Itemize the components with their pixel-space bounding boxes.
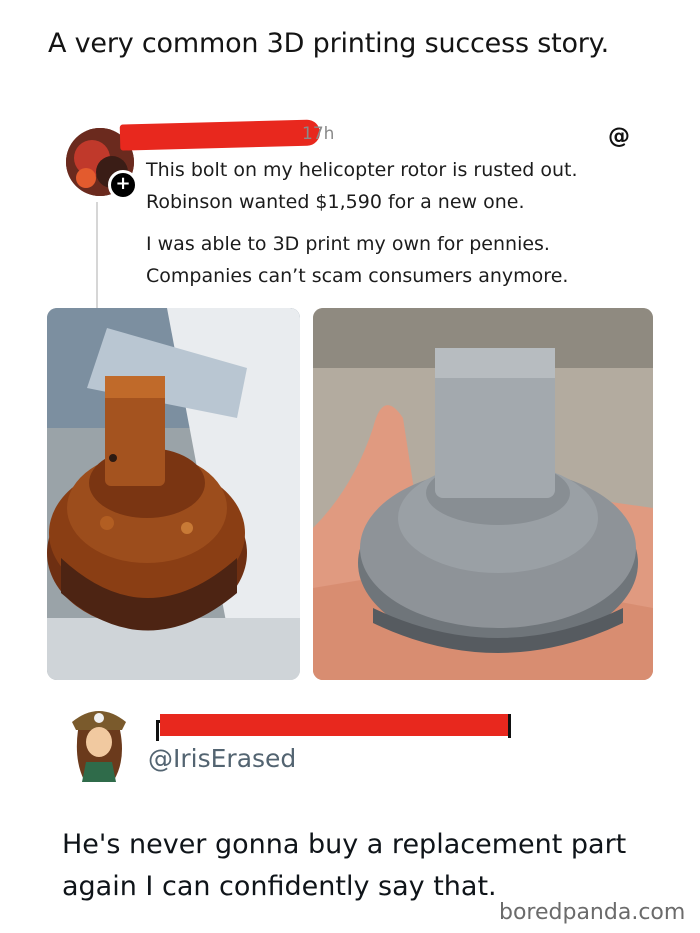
post-line: Companies can’t scam consumers anymore. <box>146 265 569 287</box>
meme-title: A very common 3D printing success story. <box>48 28 609 59</box>
redacted-display-name <box>160 714 510 736</box>
post-line: I was able to 3D print my own for pennie… <box>146 233 550 255</box>
follow-plus-icon[interactable]: + <box>108 170 138 200</box>
reply-handle[interactable]: @IrisErased <box>148 744 296 773</box>
3d-printed-bolt-photo[interactable] <box>313 308 653 680</box>
rusted-bolt-photo[interactable] <box>47 308 300 680</box>
reply-avatar[interactable] <box>64 700 134 782</box>
post-timestamp: 17h <box>302 124 335 144</box>
display-name-glyph <box>508 714 511 738</box>
post-line: This bolt on my helicopter rotor is rust… <box>146 159 578 181</box>
redacted-username <box>119 119 321 151</box>
post-line: Robinson wanted $1,590 for a new one. <box>146 191 525 213</box>
post-paragraph-2: I was able to 3D print my own for pennie… <box>146 228 568 292</box>
threads-post: + 17h @ This bolt on my helicopter rotor… <box>40 110 655 698</box>
post-paragraph-1: This bolt on my helicopter rotor is rust… <box>146 154 578 218</box>
watermark: boredpanda.com <box>493 896 692 930</box>
threads-logo-icon: @ <box>608 124 630 149</box>
reply-line: He's never gonna buy a replacement part <box>62 829 627 860</box>
thread-connector-line <box>96 202 98 312</box>
